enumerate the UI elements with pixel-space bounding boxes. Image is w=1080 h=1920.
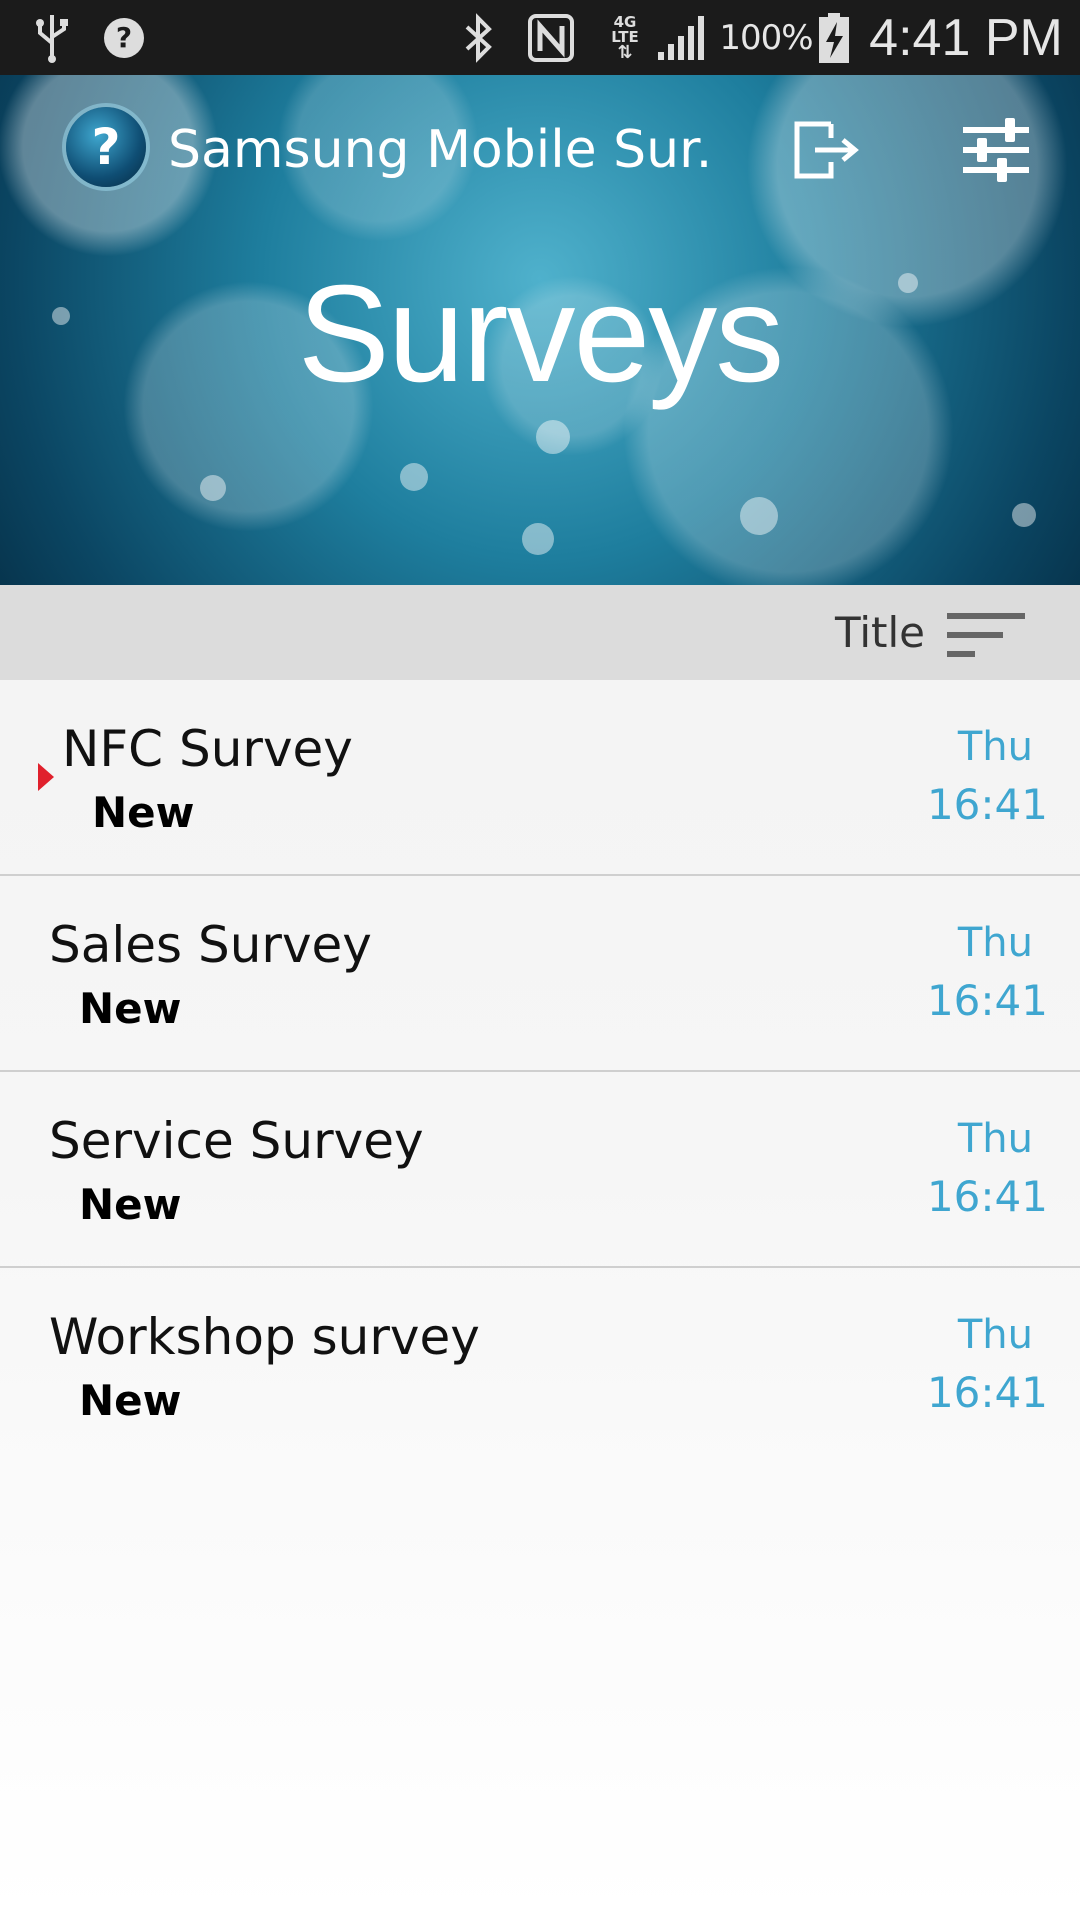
list-item[interactable]: Sales Survey New Thu 16:41 [0,876,1080,1072]
bubble-decoration [522,523,554,555]
bluetooth-icon [458,0,498,75]
survey-status: New [79,984,182,1033]
header-banner: ? Samsung Mobile Sur... Surveys [0,75,1080,585]
survey-status: New [79,1180,182,1229]
survey-time: 16:41 [926,1368,1048,1417]
network-type-label: 4G LTE [611,13,639,46]
survey-day: Thu [957,920,1033,966]
sort-bar: Title [0,585,1080,680]
status-bar: ? 4G LTE ⇅ 100% 4:41 PM [0,0,1080,75]
list-item[interactable]: Service Survey New Thu 16:41 [0,1072,1080,1268]
survey-day: Thu [957,724,1033,770]
settings-button[interactable] [956,110,1036,190]
sort-icon [947,613,1025,657]
page-title: Surveys [297,257,785,411]
4g-lte-icon: 4G LTE ⇅ [605,0,645,75]
sort-button[interactable] [945,611,1025,661]
survey-time: 16:41 [926,780,1048,829]
survey-status: New [92,788,195,837]
survey-title: Workshop survey [49,1308,480,1366]
sort-label[interactable]: Title [835,585,925,680]
status-clock: 4:41 PM [869,8,1063,67]
survey-day: Thu [957,1116,1033,1162]
list-item[interactable]: Workshop survey New Thu 16:41 [0,1268,1080,1462]
survey-day: Thu [957,1312,1033,1358]
bubble-decoration [400,463,428,491]
app-title: Samsung Mobile Sur... [168,120,708,180]
settings-sliders-icon [963,118,1029,182]
signal-icon [655,0,707,75]
app-logo[interactable]: ? [66,107,146,187]
survey-title: Service Survey [49,1112,424,1170]
battery-charging-icon [815,0,853,75]
logout-button[interactable] [786,110,866,190]
survey-list: NFC Survey New Thu 16:41 Sales Survey Ne… [0,680,1080,1462]
list-item[interactable]: NFC Survey New Thu 16:41 [0,680,1080,876]
data-arrows-icon: ⇅ [617,42,633,63]
bubble-decoration [200,475,226,501]
survey-title: NFC Survey [62,720,353,778]
svg-text:?: ? [116,21,132,54]
usb-icon [28,0,76,75]
survey-time: 16:41 [926,976,1048,1025]
survey-status: New [79,1376,182,1425]
bubble-decoration [536,420,570,454]
help-icon: ? [101,0,147,75]
bubble-decoration [740,497,778,535]
battery-percent: 100% [719,17,813,58]
survey-title: Sales Survey [49,916,372,974]
logo-glyph: ? [91,118,121,176]
nfc-icon [526,0,576,75]
unread-marker-icon [38,763,54,791]
bubble-decoration [1012,503,1036,527]
logout-icon [794,121,859,179]
survey-time: 16:41 [926,1172,1048,1221]
